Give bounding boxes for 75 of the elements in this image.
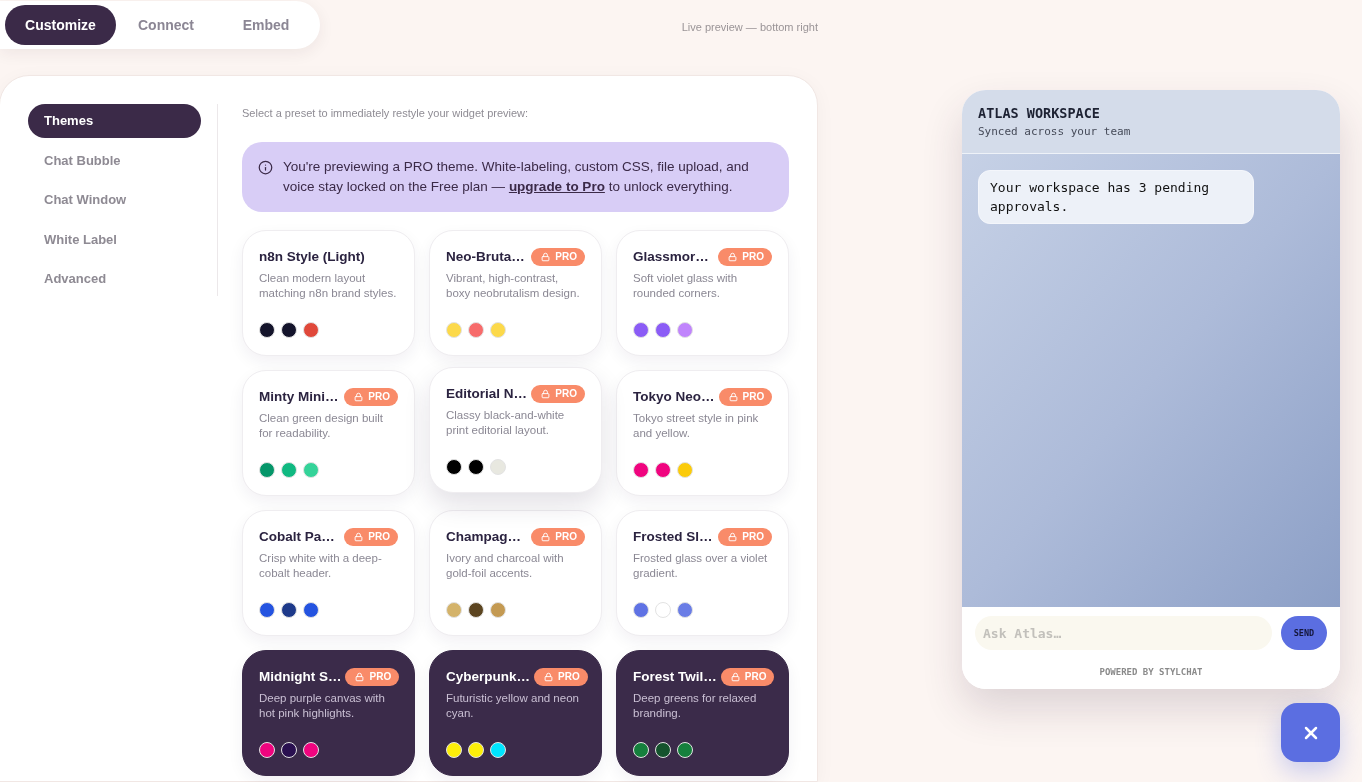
- card-title: n8n Style (Light): [259, 248, 365, 266]
- card-description: Deep purple canvas with hot pink highlights.: [259, 691, 386, 721]
- card-description: Clean modern layout matching n8n brand styles.: [259, 271, 398, 301]
- powered-by-text: POWERED BY STYLCHAT: [1098, 666, 1204, 679]
- lock-icon: [728, 532, 738, 542]
- theme-card[interactable]: Glassmor… PRO Soft violet glass with rounded corners.: [616, 230, 789, 356]
- theme-card[interactable]: Cyberpunk… PRO Futuristic yellow and neon cyan.: [429, 650, 602, 776]
- chat-subtitle: Synced across your team: [978, 124, 1132, 139]
- card-description: Frosted glass over a violet gradient.: [633, 551, 769, 581]
- lock-icon: [728, 252, 738, 262]
- pro-label: PRO: [742, 252, 764, 262]
- chat-message: Your workspace has 3 pending approvals.: [978, 170, 1254, 224]
- card-title: Neo-Bruta…: [446, 248, 525, 266]
- pro-label: PRO: [558, 672, 580, 682]
- card-description: Crisp white with a deep-cobalt header.: [259, 551, 383, 581]
- tab[interactable]: Connect: [116, 5, 216, 45]
- card-description: Futuristic yellow and neon cyan.: [446, 691, 580, 721]
- card-description: Clean green design built for readability.: [259, 411, 385, 441]
- preview-note: Live preview — bottom right: [681, 20, 818, 35]
- theme-card[interactable]: Editorial N… PRO Classy black-and-white print editorial layout.: [429, 367, 602, 493]
- card-title: Tokyo Neo…: [633, 388, 715, 406]
- theme-card[interactable]: Midnight S… PRO Deep purple canvas with hot pink highlights.: [242, 650, 415, 776]
- lock-icon: [541, 532, 551, 542]
- theme-card[interactable]: Tokyo Neo… PRO Tokyo street style in pink and yellow.: [616, 370, 789, 496]
- theme-card[interactable]: Minty Mini… PRO Clean green design built for readability.: [242, 370, 415, 496]
- lock-icon: [541, 252, 551, 262]
- card-title: Minty Mini…: [259, 388, 339, 406]
- lock-icon: [541, 389, 551, 399]
- lock-icon: [728, 392, 738, 402]
- card-title: Cyberpunk…: [446, 668, 530, 686]
- send-button[interactable]: SEND: [1281, 616, 1327, 650]
- info-icon: [258, 160, 273, 175]
- chat-title: ATLAS WORKSPACE: [978, 104, 1101, 122]
- pro-label: PRO: [744, 672, 767, 682]
- theme-card[interactable]: Neo-Bruta… PRO Vibrant, high-contrast, boxy neobrutalism design.: [429, 230, 602, 356]
- theme-card[interactable]: Forest Twil… PRO Deep greens for relaxed branding.: [616, 650, 789, 776]
- close-button[interactable]: [1281, 703, 1340, 762]
- lock-icon: [355, 672, 365, 682]
- pro-label: PRO: [555, 532, 577, 542]
- pro-label: PRO: [555, 252, 577, 262]
- pro-label: PRO: [742, 532, 764, 542]
- pro-label: PRO: [369, 672, 392, 682]
- card-description: Ivory and charcoal with gold-foil accents.: [446, 551, 565, 581]
- card-title: Champag…: [446, 528, 521, 546]
- theme-card[interactable]: Champag… PRO Ivory and charcoal with gold-foil accents.: [429, 510, 602, 636]
- lock-icon: [730, 672, 740, 682]
- card-title: Glassmor…: [633, 248, 709, 266]
- lock-icon: [354, 392, 364, 402]
- instruction-text: Select a preset to immediately restyle your widget preview:: [242, 106, 530, 121]
- tab[interactable]: Customize: [5, 5, 116, 45]
- tab[interactable]: Embed: [216, 5, 316, 45]
- chat-input[interactable]: Ask Atlas…: [975, 616, 1272, 650]
- card-description: Tokyo street style in pink and yellow.: [633, 411, 760, 441]
- card-title: Editorial N…: [446, 385, 527, 403]
- pro-label: PRO: [742, 392, 765, 402]
- card-description: Vibrant, high-contrast, boxy neobrutalism design.: [446, 271, 581, 301]
- pro-label: PRO: [555, 389, 577, 399]
- card-title: Frosted Sl…: [633, 528, 713, 546]
- card-title: Forest Twil…: [633, 668, 717, 686]
- card-title: Midnight S…: [259, 668, 342, 686]
- lock-icon: [544, 672, 553, 682]
- theme-card[interactable]: n8n Style (Light) Clean modern layout matching n8n brand styles.: [242, 230, 415, 356]
- card-title: Cobalt Pa…: [259, 528, 335, 546]
- notice-text: You're previewing a PRO theme. White-labeling, custom CSS, file upload, and voice stay locked on the Free plan — upgrade to Pro to unlock everything.: [283, 158, 750, 196]
- upgrade-link[interactable]: upgrade to Pro: [508, 179, 605, 194]
- theme-card[interactable]: Cobalt Pa… PRO Crisp white with a deep-cobalt header.: [242, 510, 415, 636]
- card-description: Deep greens for relaxed branding.: [633, 691, 758, 721]
- lock-icon: [354, 532, 364, 542]
- card-description: Soft violet glass with rounded corners.: [633, 271, 739, 301]
- theme-card[interactable]: Frosted Sl… PRO Frosted glass over a violet gradient.: [616, 510, 789, 636]
- pro-label: PRO: [368, 532, 390, 542]
- sidebar-item[interactable]: White Label: [28, 222, 201, 257]
- sidebar-item[interactable]: Themes: [28, 104, 201, 138]
- card-description: Classy black-and-white print editorial layout.: [446, 408, 566, 438]
- pro-label: PRO: [368, 392, 390, 402]
